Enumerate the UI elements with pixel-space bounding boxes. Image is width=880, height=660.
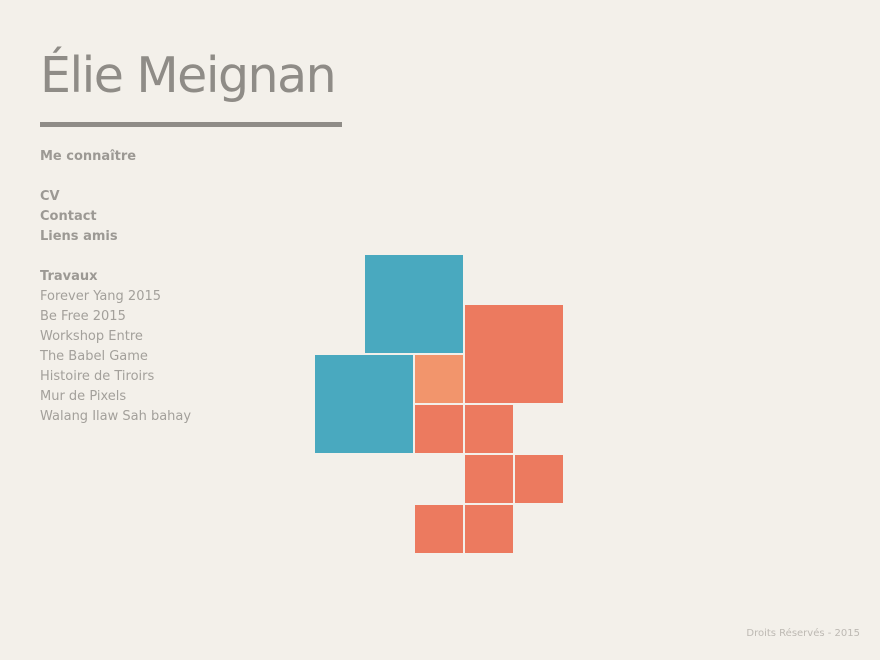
- nav-link-cv[interactable]: CV: [40, 187, 191, 207]
- project-tile-small-coral[interactable]: [415, 505, 463, 553]
- project-tile-small-coral[interactable]: [465, 455, 513, 503]
- project-tile-large-blue[interactable]: [315, 355, 413, 453]
- main-navigation: Me connaître CV Contact Liens amis Trava…: [40, 147, 191, 427]
- work-link-forever-yang[interactable]: Forever Yang 2015: [40, 287, 191, 307]
- work-link-walang-ilaw[interactable]: Walang Ilaw Sah bahay: [40, 407, 191, 427]
- project-tile-small-peach[interactable]: [415, 355, 463, 403]
- project-tile-small-coral[interactable]: [465, 405, 513, 453]
- footer-copyright: Droits Réservés - 2015: [746, 628, 860, 639]
- nav-works-heading[interactable]: Travaux: [40, 267, 191, 287]
- nav-about-heading[interactable]: Me connaître: [40, 147, 191, 167]
- nav-link-contact[interactable]: Contact: [40, 207, 191, 227]
- project-tile-large-blue[interactable]: [365, 255, 463, 353]
- project-tile-small-coral[interactable]: [515, 455, 563, 503]
- project-tile-large-coral[interactable]: [465, 305, 563, 403]
- project-tile-small-coral[interactable]: [465, 505, 513, 553]
- work-link-babel-game[interactable]: The Babel Game: [40, 347, 191, 367]
- work-link-mur-pixels[interactable]: Mur de Pixels: [40, 387, 191, 407]
- site-title: Élie Meignan: [40, 47, 337, 104]
- work-link-be-free[interactable]: Be Free 2015: [40, 307, 191, 327]
- title-divider: [40, 122, 342, 127]
- nav-link-friends[interactable]: Liens amis: [40, 227, 191, 247]
- work-link-workshop-entre[interactable]: Workshop Entre: [40, 327, 191, 347]
- work-link-histoire-tiroirs[interactable]: Histoire de Tiroirs: [40, 367, 191, 387]
- project-tile-small-coral[interactable]: [415, 405, 463, 453]
